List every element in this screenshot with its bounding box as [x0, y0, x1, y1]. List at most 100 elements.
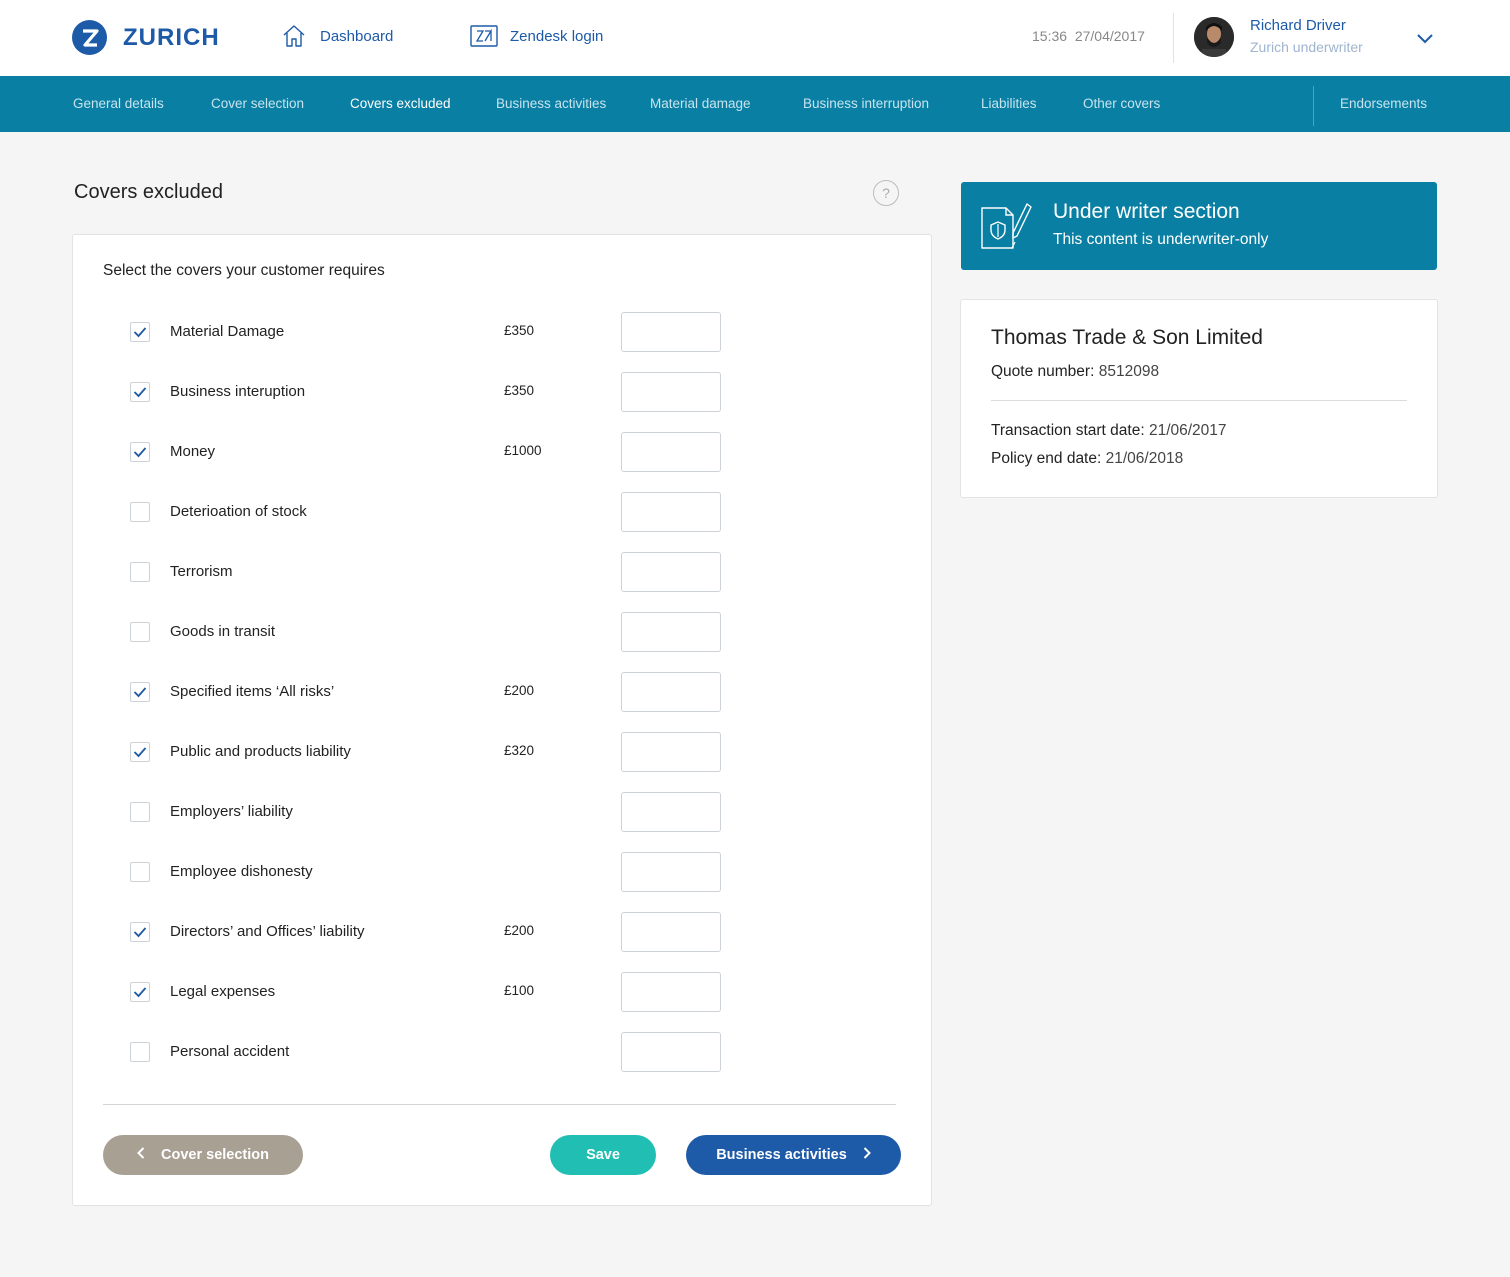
cover-amount-input[interactable]	[621, 492, 721, 532]
next-business-activities-button[interactable]: Business activities	[686, 1135, 901, 1175]
cover-checkbox[interactable]	[130, 922, 150, 942]
cover-price: £200	[504, 923, 535, 938]
cover-checkbox[interactable]	[130, 982, 150, 1002]
cover-row: Directors’ and Offices’ liability £200	[73, 912, 931, 952]
next-button-label: Business activities	[716, 1147, 847, 1163]
cover-label: Directors’ and Offices’ liability	[170, 923, 365, 940]
cover-checkbox[interactable]	[130, 562, 150, 582]
top-header: ZURICH Dashboard Zendesk login 15:36 27/…	[0, 0, 1510, 76]
cover-checkbox[interactable]	[130, 802, 150, 822]
current-date: 27/04/2017	[1074, 28, 1145, 44]
start-date-label: Transaction start date:	[991, 422, 1145, 439]
cover-label: Legal expenses	[170, 983, 276, 1000]
quote-number: Quote number: 8512098	[991, 363, 1159, 381]
zendesk-label: Zendesk login	[510, 27, 604, 45]
chevron-down-icon[interactable]	[1414, 28, 1436, 50]
underwriter-subtitle: This content is underwriter-only	[1053, 231, 1269, 248]
tab-endorsements[interactable]: Endorsements	[1340, 96, 1427, 111]
tab-covers-excluded[interactable]: Covers excluded	[350, 96, 451, 111]
cover-checkbox[interactable]	[130, 382, 150, 402]
zurich-logo[interactable]: ZURICH	[72, 20, 220, 55]
quote-number-value: 8512098	[1098, 363, 1160, 380]
cover-price: £100	[504, 983, 535, 998]
cover-row: Material Damage £350	[73, 312, 931, 352]
cover-checkbox[interactable]	[130, 862, 150, 882]
chevron-left-icon	[137, 1147, 145, 1163]
chevron-right-icon	[863, 1147, 871, 1163]
covers-card: Select the covers your customer requires…	[72, 234, 932, 1206]
cover-label: Business interuption	[170, 383, 306, 400]
cover-checkbox[interactable]	[130, 682, 150, 702]
cover-row: Terrorism	[73, 552, 931, 592]
underwriter-banner: Under writer section This content is und…	[961, 182, 1437, 270]
cover-checkbox[interactable]	[130, 1042, 150, 1062]
cover-price: £350	[504, 323, 535, 338]
cover-amount-input[interactable]	[621, 1032, 721, 1072]
tab-business-activities[interactable]: Business activities	[496, 96, 606, 111]
cover-row: Personal accident	[73, 1032, 931, 1072]
cover-row: Employee dishonesty	[73, 852, 931, 892]
nav-divider	[1313, 86, 1314, 126]
underwriter-document-icon	[979, 200, 1033, 252]
transaction-start-date: Transaction start date: 21/06/2017	[991, 422, 1227, 440]
cover-price: £200	[504, 683, 535, 698]
dashboard-label: Dashboard	[320, 27, 394, 45]
card-divider	[103, 1104, 896, 1105]
zendesk-login-link[interactable]: Zendesk login	[470, 22, 603, 50]
cover-row: Legal expenses £100	[73, 972, 931, 1012]
info-divider	[991, 400, 1407, 401]
policy-end-date: Policy end date: 21/06/2018	[991, 450, 1183, 468]
help-icon[interactable]: ?	[873, 180, 899, 206]
cover-amount-input[interactable]	[621, 612, 721, 652]
quote-number-label: Quote number:	[991, 363, 1095, 380]
cover-amount-input[interactable]	[621, 672, 721, 712]
cover-amount-input[interactable]	[621, 432, 721, 472]
cover-checkbox[interactable]	[130, 322, 150, 342]
end-date-value: 21/06/2018	[1105, 450, 1184, 467]
cover-checkbox[interactable]	[130, 622, 150, 642]
tab-liabilities[interactable]: Liabilities	[981, 96, 1037, 111]
cover-amount-input[interactable]	[621, 912, 721, 952]
cover-label: Public and products liability	[170, 743, 351, 760]
cover-row: Goods in transit	[73, 612, 931, 652]
back-cover-selection-button[interactable]: Cover selection	[103, 1135, 303, 1175]
cover-label: Employee dishonesty	[170, 863, 313, 880]
cover-checkbox[interactable]	[130, 742, 150, 762]
start-date-value: 21/06/2017	[1148, 422, 1227, 439]
cover-amount-input[interactable]	[621, 732, 721, 772]
company-name: Thomas Trade & Son Limited	[991, 326, 1263, 349]
zendesk-icon	[470, 22, 498, 50]
cover-label: Terrorism	[170, 563, 233, 580]
cover-label: Personal accident	[170, 1043, 290, 1060]
cover-amount-input[interactable]	[621, 312, 721, 352]
cover-row: Money £1000	[73, 432, 931, 472]
cover-amount-input[interactable]	[621, 792, 721, 832]
cover-label: Employers’ liability	[170, 803, 293, 820]
back-button-label: Cover selection	[161, 1147, 269, 1163]
cover-amount-input[interactable]	[621, 972, 721, 1012]
current-datetime: 15:36 27/04/2017	[1032, 28, 1145, 44]
cover-amount-input[interactable]	[621, 372, 721, 412]
dashboard-link[interactable]: Dashboard	[280, 22, 393, 50]
tab-cover-selection[interactable]: Cover selection	[211, 96, 304, 111]
page-title: Covers excluded	[74, 181, 223, 203]
tab-material-damage[interactable]: Material damage	[650, 96, 751, 111]
save-button-label: Save	[586, 1147, 620, 1163]
cover-label: Material Damage	[170, 323, 285, 340]
covers-intro: Select the covers your customer requires	[103, 262, 385, 279]
cover-amount-input[interactable]	[621, 552, 721, 592]
save-button[interactable]: Save	[550, 1135, 656, 1175]
user-role: Zurich underwriter	[1250, 39, 1363, 55]
cover-checkbox[interactable]	[130, 442, 150, 462]
cover-row: Business interuption £350	[73, 372, 931, 412]
cover-label: Goods in transit	[170, 623, 276, 640]
cover-amount-input[interactable]	[621, 852, 721, 892]
tab-business-interruption[interactable]: Business interruption	[803, 96, 929, 111]
cover-checkbox[interactable]	[130, 502, 150, 522]
user-avatar[interactable]	[1194, 17, 1234, 57]
quote-info-card: Thomas Trade & Son Limited Quote number:…	[960, 299, 1438, 498]
cover-price: £1000	[504, 443, 542, 458]
user-name[interactable]: Richard Driver	[1250, 17, 1346, 34]
tab-other-covers[interactable]: Other covers	[1083, 96, 1160, 111]
tab-general-details[interactable]: General details	[73, 96, 164, 111]
